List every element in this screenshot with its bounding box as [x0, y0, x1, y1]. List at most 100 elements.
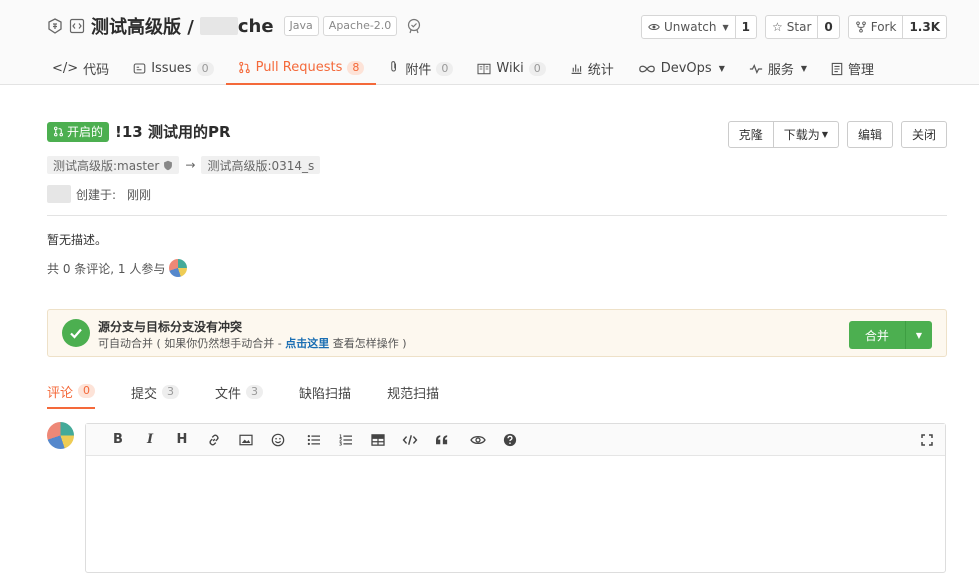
comment-textarea[interactable]	[86, 456, 945, 572]
image-icon	[239, 434, 253, 445]
tab-wiki[interactable]: Wiki 0	[465, 52, 557, 85]
star-label: Star	[786, 20, 812, 34]
tab-comments[interactable]: 评论 0	[47, 375, 96, 409]
pr-description: 暂无描述。	[47, 233, 108, 247]
tab-label: 统计	[587, 63, 614, 78]
avatar[interactable]	[47, 422, 74, 449]
check-circle-icon	[62, 319, 90, 347]
tab-code[interactable]: </> 代码	[40, 52, 121, 85]
link-button[interactable]	[198, 424, 230, 456]
tab-defect-scan[interactable]: 缺陷扫描	[299, 375, 351, 409]
code-icon	[402, 434, 418, 445]
tab-spec-scan[interactable]: 规范扫描	[387, 375, 439, 409]
preview-button[interactable]	[462, 424, 494, 456]
avatar[interactable]	[169, 259, 188, 277]
divider	[47, 215, 947, 216]
repo-name-prefix[interactable]: 测试高级版 /	[91, 13, 194, 39]
chevron-down-icon: ▼	[718, 64, 725, 73]
fork-label: Fork	[870, 20, 897, 34]
source-branch-label: 测试高级版:master	[53, 158, 160, 173]
tab-label: Issues	[151, 61, 192, 76]
code-button[interactable]	[394, 424, 426, 456]
watch-button[interactable]: Unwatch ▼ 1	[641, 15, 757, 39]
pr-title: !13 测试用的PR	[115, 123, 231, 141]
tab-count: 0	[436, 61, 454, 76]
repo-name-suffix[interactable]: che	[238, 16, 274, 37]
merge-dropdown-button[interactable]: ▼	[904, 321, 932, 349]
merge-button[interactable]: 合并	[848, 321, 905, 349]
repo-title: 测试高级版 / che Java Apache-2.0	[47, 12, 423, 40]
status-badge: 开启的	[47, 121, 110, 142]
star-count[interactable]: 0	[817, 16, 838, 38]
language-tag[interactable]: Java	[283, 16, 319, 36]
tab-admin[interactable]: 管理	[819, 52, 886, 85]
numbered-list-button[interactable]: 123	[330, 424, 362, 456]
tab-statistics[interactable]: 统计	[558, 52, 626, 85]
pulse-icon	[749, 63, 762, 74]
tab-commits[interactable]: 提交 3	[131, 375, 180, 409]
merge-subtitle: 可自动合并 ( 如果你仍然想手动合并 - 点击这里 查看怎样操作 )	[98, 335, 407, 351]
source-branch[interactable]: 测试高级版:master	[47, 156, 180, 174]
pr-heading: 开启的 !13 测试用的PR	[47, 121, 231, 142]
star-button[interactable]: ☆ Star 0	[765, 15, 840, 39]
pr-actions: 克隆 下载为 ▼ 编辑 关闭	[727, 121, 947, 148]
tab-files[interactable]: 文件 3	[215, 375, 264, 409]
creator-info: 创建于: 刚刚	[47, 185, 151, 203]
merge-help-link[interactable]: 点击这里	[285, 337, 329, 350]
fork-button[interactable]: Fork 1.3K	[847, 15, 947, 39]
bold-button[interactable]: B	[102, 424, 134, 456]
pull-request-icon	[53, 126, 64, 137]
tab-issues[interactable]: Issues 0	[121, 52, 225, 85]
tab-count: 3	[162, 385, 180, 399]
emoji-button[interactable]	[262, 424, 294, 456]
tab-label: 提交	[131, 386, 158, 402]
merge-sub-after: 查看怎样操作 )	[329, 337, 407, 350]
tab-count: 0	[528, 61, 546, 76]
clone-download-group: 克隆 下载为 ▼	[727, 121, 839, 148]
merge-status-box: 源分支与目标分支没有冲突 可自动合并 ( 如果你仍然想手动合并 - 点击这里 查…	[47, 309, 947, 357]
enterprise-icon	[47, 18, 63, 34]
tab-attachments[interactable]: 附件 0	[376, 52, 465, 85]
italic-button[interactable]: I	[134, 424, 166, 456]
close-button[interactable]: 关闭	[900, 121, 947, 148]
license-tag[interactable]: Apache-2.0	[322, 16, 398, 36]
fullscreen-button[interactable]	[919, 432, 935, 448]
bullet-list-button[interactable]	[298, 424, 330, 456]
recommended-badge-icon[interactable]	[405, 17, 423, 35]
target-branch[interactable]: 测试高级版:0314_s	[201, 156, 321, 174]
table-button[interactable]	[362, 424, 394, 456]
tab-pull-requests[interactable]: Pull Requests 8	[225, 52, 377, 85]
fork-count[interactable]: 1.3K	[902, 16, 946, 38]
clone-button[interactable]: 克隆	[729, 122, 773, 147]
pr-sub-tabs: 评论 0 提交 3 文件 3 缺陷扫描 规范扫描	[47, 375, 475, 409]
fork-icon	[855, 21, 866, 33]
tab-devops[interactable]: DevOps ▼	[626, 52, 737, 85]
issues-icon	[133, 63, 146, 74]
tab-label: DevOps	[660, 61, 712, 76]
repo-header: 测试高级版 / che Java Apache-2.0 Unwatch ▼ 1 …	[0, 0, 979, 85]
fork-main: Fork	[849, 16, 903, 38]
help-button[interactable]	[494, 424, 526, 456]
code-icon: </>	[52, 61, 79, 76]
redacted-text	[199, 17, 238, 35]
shield-icon	[164, 160, 173, 170]
merge-title: 源分支与目标分支没有冲突	[98, 320, 243, 334]
eye-icon	[470, 435, 486, 444]
comment-editor: B I H 123	[85, 423, 946, 573]
fullscreen-icon	[921, 434, 933, 446]
quote-button[interactable]	[426, 424, 458, 456]
code-repo-icon	[69, 18, 85, 34]
tab-label: 代码	[83, 63, 110, 78]
watch-count[interactable]: 1	[734, 16, 756, 38]
image-button[interactable]	[230, 424, 262, 456]
download-button[interactable]: 下载为 ▼	[772, 122, 838, 147]
heading-button[interactable]: H	[166, 424, 198, 456]
pull-request-icon	[238, 61, 250, 74]
paperclip-icon	[388, 60, 400, 77]
created-label: 创建于:	[76, 187, 117, 202]
tab-count: 3	[246, 385, 264, 399]
merge-button-group: 合并 ▼	[848, 321, 932, 349]
edit-button[interactable]: 编辑	[846, 121, 893, 148]
tab-services[interactable]: 服务 ▼	[737, 52, 819, 85]
svg-text:3: 3	[339, 441, 342, 445]
